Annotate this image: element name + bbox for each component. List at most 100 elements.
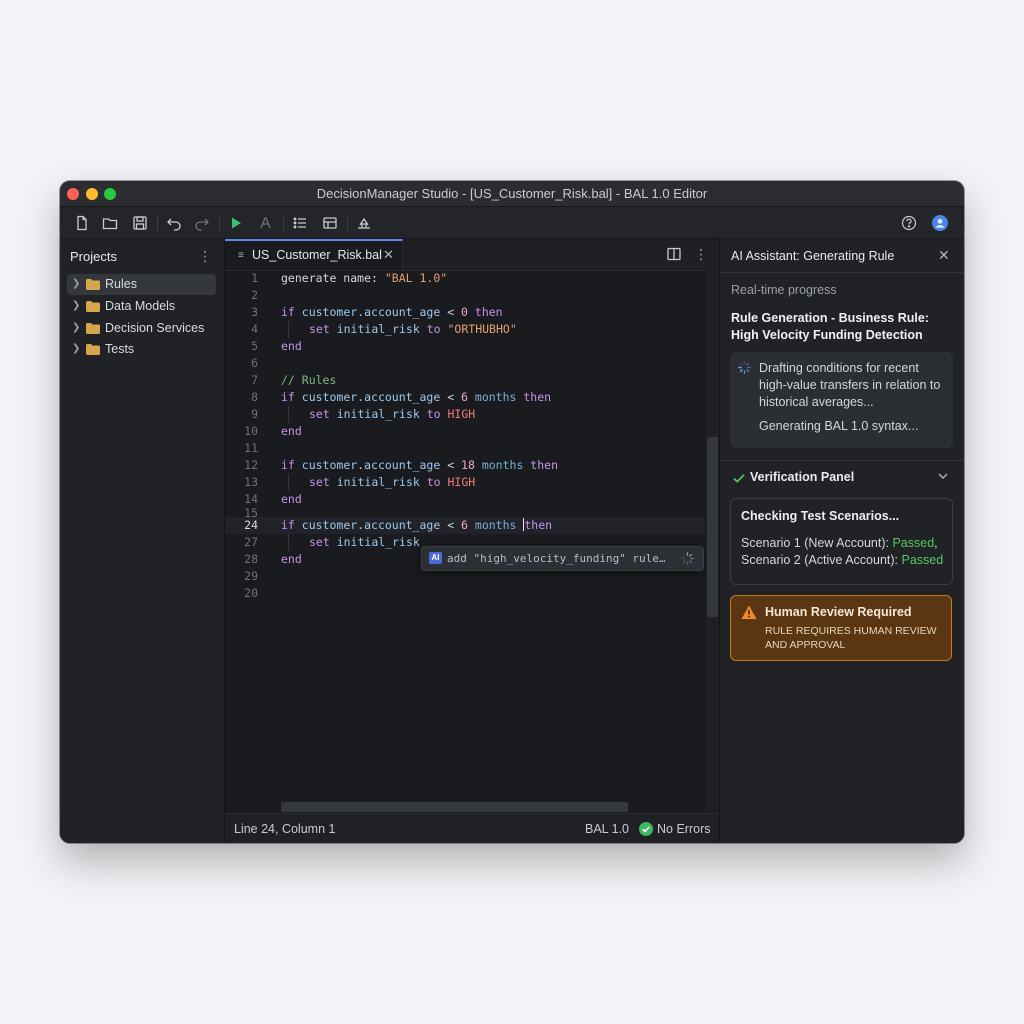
code-line[interactable]: 10 end	[225, 423, 705, 440]
code-token: to	[426, 322, 441, 336]
verification-panel-title[interactable]: Verification Panel	[750, 470, 854, 484]
code-token: customer.account_age	[294, 458, 448, 472]
error-status[interactable]: No Errors	[657, 822, 710, 836]
format-icon[interactable]	[257, 214, 275, 232]
undo-icon[interactable]	[165, 214, 183, 232]
code-token: customer.account_age	[294, 390, 448, 404]
scenario-label: Scenario 2 (Active Account):	[741, 553, 902, 567]
vertical-scrollbar-thumb[interactable]	[707, 437, 718, 617]
line-number: 24	[244, 518, 258, 532]
scenario-status: Passed	[901, 553, 944, 567]
scenario-status: Passed	[892, 536, 935, 550]
chevron-right-icon[interactable]: ❯	[72, 322, 80, 333]
scenario-row: Scenario 1 (New Account): Passed,	[741, 535, 938, 552]
line-number: 6	[251, 356, 258, 370]
code-line[interactable]: 20	[225, 585, 705, 602]
code-line[interactable]: 8 if customer.account_age < 6 months the…	[225, 389, 705, 406]
chevron-down-icon[interactable]	[937, 470, 949, 482]
redo-icon[interactable]	[193, 214, 211, 232]
toolbar-separator	[157, 215, 158, 231]
code-line[interactable]: 4 set initial_risk to "ORTHUBHO"	[225, 321, 705, 338]
table-icon[interactable]	[321, 214, 339, 232]
tree-item-data-models[interactable]: ❯ Data Models	[67, 296, 216, 317]
code-token: initial_risk	[329, 475, 427, 489]
human-review-alert[interactable]: Human Review Required RULE REQUIRES HUMA…	[730, 595, 952, 661]
code-token: if	[281, 390, 295, 404]
horizontal-scrollbar-thumb[interactable]	[281, 802, 628, 812]
progress-text: Drafting conditions for recent high-valu…	[759, 361, 941, 409]
code-line[interactable]: 14 end	[225, 491, 705, 508]
split-editor-icon[interactable]	[665, 245, 683, 263]
ai-assistant-panel: AI Assistant: Generating Rule ✕ Real-tim…	[719, 239, 964, 843]
more-options-icon[interactable]: ⋮	[198, 248, 212, 264]
chevron-right-icon[interactable]: ❯	[72, 300, 80, 311]
code-line[interactable]: 13 set initial_risk to HIGH	[225, 474, 705, 491]
code-token: set	[309, 407, 330, 421]
file-lines-icon: ≡	[238, 250, 244, 261]
code-token: <	[447, 518, 462, 532]
folder-icon	[86, 323, 100, 334]
code-token: 6	[461, 390, 468, 404]
code-line[interactable]: 6	[225, 355, 705, 372]
code-token: then	[516, 390, 552, 404]
more-options-icon[interactable]: ⋮	[694, 246, 708, 262]
code-token: set	[309, 322, 330, 336]
line-number: 7	[251, 373, 258, 387]
tab-us-customer-risk[interactable]: ≡ US_Customer_Risk.bal ✕	[225, 239, 403, 270]
run-icon[interactable]	[227, 214, 245, 232]
status-bar: Line 24, Column 1 BAL 1.0 No Errors	[225, 813, 718, 843]
cursor-position[interactable]: Line 24, Column 1	[234, 822, 335, 836]
code-line[interactable]: 15	[225, 506, 705, 520]
code-token: if	[281, 518, 295, 532]
tree-item-rules[interactable]: ❯ Rules	[67, 274, 216, 295]
line-number: 28	[244, 552, 258, 566]
chevron-right-icon[interactable]: ❯	[72, 278, 80, 289]
code-line[interactable]: 11	[225, 440, 705, 457]
folder-icon	[86, 279, 100, 290]
code-line[interactable]: 1 generate name: "BAL 1.0"	[225, 270, 705, 287]
code-token: then	[523, 458, 558, 472]
code-line[interactable]: 9 set initial_risk to HIGH	[225, 406, 705, 423]
language-mode[interactable]: BAL 1.0	[585, 822, 629, 836]
list-icon[interactable]	[291, 214, 309, 232]
projects-panel: Projects ⋮ ❯ Rules ❯ Data Models ❯ Decis…	[60, 239, 225, 843]
chevron-right-icon[interactable]: ❯	[72, 343, 80, 354]
code-token: <	[447, 390, 462, 404]
code-line[interactable]: 3 if customer.account_age < 0 then	[225, 304, 705, 321]
code-line[interactable]: 7 // Rules	[225, 372, 705, 389]
new-file-icon[interactable]	[73, 214, 91, 232]
save-icon[interactable]	[131, 214, 149, 232]
close-icon[interactable]: ✕	[383, 247, 394, 263]
tree-item-label: Data Models	[105, 299, 176, 313]
deploy-icon[interactable]	[355, 214, 373, 232]
code-line-current[interactable]: 24 if customer.account_age < 6 months th…	[225, 517, 705, 534]
code-token: end	[281, 339, 302, 353]
code-token: customer.account_age	[294, 305, 448, 319]
tree-item-tests[interactable]: ❯ Tests	[67, 339, 216, 360]
toolbar	[60, 207, 964, 239]
check-icon	[733, 474, 745, 483]
line-number: 4	[251, 322, 258, 336]
scenario-separator: ,	[934, 536, 938, 550]
open-folder-icon[interactable]	[101, 214, 119, 232]
review-body: RULE REQUIRES HUMAN REVIEW AND APPROVAL	[765, 625, 937, 651]
line-number: 2	[251, 288, 258, 302]
help-icon[interactable]	[900, 214, 918, 232]
code-line[interactable]: 12 if customer.account_age < 18 months t…	[225, 457, 705, 474]
line-number: 11	[244, 441, 258, 455]
generation-heading: Rule Generation - Business Rule: High Ve…	[731, 311, 929, 342]
code-line[interactable]: 2	[225, 287, 705, 304]
close-icon[interactable]: ✕	[938, 247, 950, 264]
line-number: 5	[251, 339, 258, 353]
tree-item-decision-services[interactable]: ❯ Decision Services	[67, 318, 216, 339]
ai-inline-suggestion[interactable]: AI add "high_velocity_funding" rule…	[421, 546, 704, 571]
code-area[interactable]: 1 generate name: "BAL 1.0" 2 3 if custom…	[225, 270, 718, 810]
account-icon[interactable]	[931, 214, 949, 232]
projects-title: Projects	[70, 249, 117, 264]
indent-guide	[288, 474, 289, 491]
code-token: "BAL 1.0"	[384, 271, 448, 285]
code-token: initial_risk	[329, 407, 427, 421]
loading-spinner-icon	[681, 552, 694, 565]
line-number: 13	[244, 475, 258, 489]
code-line[interactable]: 5 end	[225, 338, 705, 355]
